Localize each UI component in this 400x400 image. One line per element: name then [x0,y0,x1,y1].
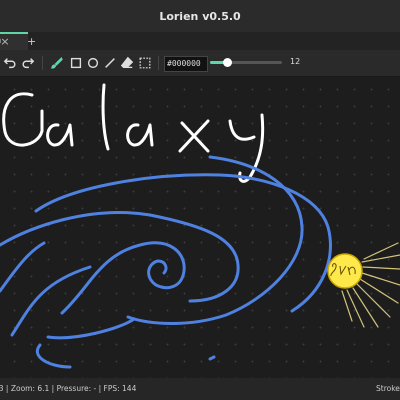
toolbar-separator [158,56,159,70]
status-bar: 03 | Zoom: 6.1 | Pressure: - | FPS: 144 … [0,378,400,400]
galaxy-title-strokes [2,83,265,183]
new-tab-button[interactable]: + [27,35,36,49]
brush-size-slider[interactable] [210,58,282,67]
status-right-text: Stroke [376,384,400,393]
tab-bar: en × [0,32,400,50]
drawing-canvas[interactable] [0,77,400,378]
undo-icon[interactable] [2,55,18,71]
window-titlebar: Lorien v0.5.0 [0,0,400,32]
brush-icon[interactable] [49,55,65,71]
status-left-text: 03 | Zoom: 6.1 | Pressure: - | FPS: 144 [0,384,137,393]
tab-current[interactable]: en × [0,32,28,50]
sun-drawing [327,253,363,289]
circle-icon[interactable] [85,55,101,71]
window-title: Lorien v0.5.0 [159,9,241,23]
redo-icon[interactable] [20,55,36,71]
brush-size-label: 12 [290,57,301,66]
galaxy-spiral-strokes [0,155,332,369]
rectangle-icon[interactable] [68,55,84,71]
eraser-icon[interactable] [119,55,135,71]
toolbar-separator [42,56,43,70]
selection-icon[interactable] [137,55,153,71]
line-icon[interactable] [102,55,118,71]
canvas-drawing [0,83,400,369]
tab-close-icon[interactable]: × [0,34,10,50]
color-hex-input[interactable]: #000000 [164,56,208,72]
